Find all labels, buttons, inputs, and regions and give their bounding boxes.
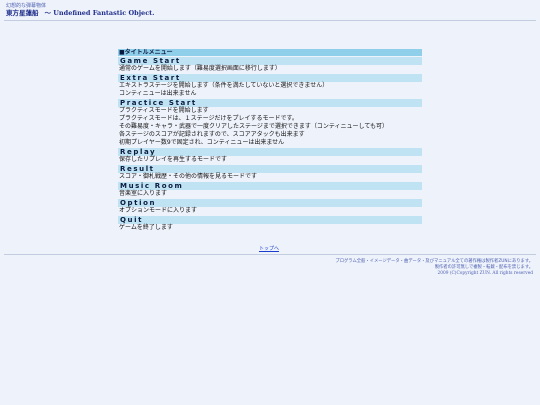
top-link[interactable]: トップへ bbox=[259, 245, 279, 252]
footer-copyright: 2009 (C)Copyright ZUN. All rights reserv… bbox=[437, 271, 533, 276]
menu-item-name: Game Start bbox=[118, 57, 422, 65]
menu-item-description: 保存したリプレイを再生するモードです bbox=[119, 156, 228, 163]
menu-item-description: 各ステージのスコアが記録されますので、スコアアタックも出来ます bbox=[119, 131, 305, 138]
menu-item-description: コンティニューは出来ません bbox=[119, 90, 197, 97]
menu-item-name: Replay bbox=[118, 148, 422, 156]
menu-item-name: Result bbox=[118, 165, 422, 173]
menu-item-description: 初期プレイヤー数9で固定され、コンティニューは出来ません bbox=[119, 139, 285, 146]
footer-divider bbox=[4, 254, 536, 255]
site-title-jp: 東方星蓮船 bbox=[6, 9, 39, 17]
menu-item-description: 音楽室に入ります bbox=[119, 190, 168, 197]
footer: プログラム全般・イメージデータ・曲データ・及びマニュアル全ての著作権は製作者ZU… bbox=[335, 259, 533, 277]
menu-item-name: Practice Start bbox=[118, 99, 422, 107]
menu-item-description: エキストラステージを開始します（条件を満たしていないと選択できません） bbox=[119, 82, 329, 89]
menu-item-description: プラクティスモードを開始します bbox=[119, 107, 209, 114]
menu-item-name: Quit bbox=[118, 216, 422, 224]
menu-item-name: Extra Start bbox=[118, 74, 422, 82]
header-divider bbox=[4, 20, 536, 21]
menu-item-description: スコア・御札戦歴・その他の情報を見るモードです bbox=[119, 173, 258, 180]
menu-item-description: プラクティスモードは、１ステージだけをプレイするモードです。 bbox=[119, 115, 298, 122]
menu-item-list: Game Start 通常のゲームを開始します（難易度選択画面に移行します） Ext… bbox=[118, 57, 422, 232]
menu-item-description: ゲームを終了します bbox=[119, 224, 173, 231]
menu-item-description: 通常のゲームを開始します（難易度選択画面に移行します） bbox=[119, 65, 281, 72]
menu-item-description: オプションモードに入ります bbox=[119, 207, 198, 214]
menu-heading: ■タイトルメニュー bbox=[118, 49, 422, 56]
title-menu: ■タイトルメニュー Game Start 通常のゲームを開始します（難易度選択画面… bbox=[118, 49, 422, 232]
site-header: 幻想的な弾幕物体 東方星蓮船〜 Undefined Fantastic Obje… bbox=[6, 3, 154, 18]
menu-item-description: その難易度・キャラ・武器で一度クリアしたステージまで選択できます（コンティニュー… bbox=[119, 123, 389, 130]
menu-item-name: Music Room bbox=[118, 182, 422, 190]
site-title-en: 〜 Undefined Fantastic Object. bbox=[44, 9, 155, 17]
site-title: 東方星蓮船〜 Undefined Fantastic Object. bbox=[6, 9, 154, 18]
menu-item-name: Option bbox=[118, 199, 422, 207]
